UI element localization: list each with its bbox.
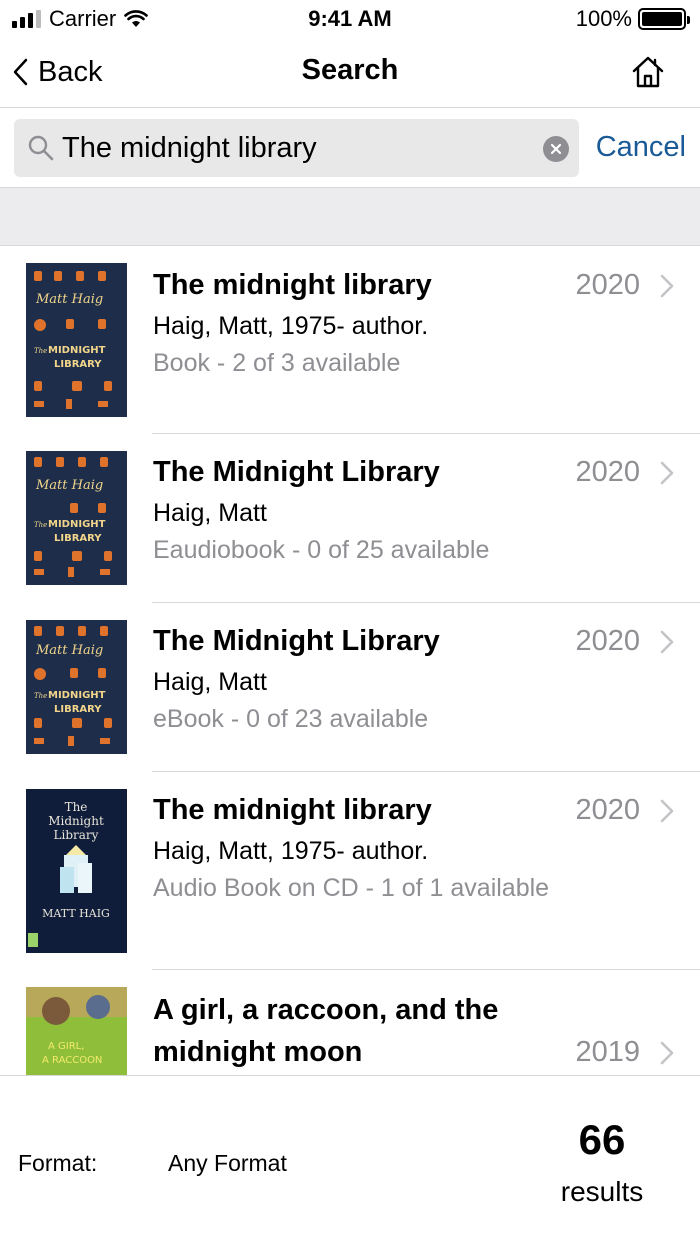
book-cover[interactable]: The Midnight Library MATT HAIG xyxy=(26,789,127,953)
svg-text:A GIRL,: A GIRL, xyxy=(48,1041,84,1052)
result-title: The Midnight Library xyxy=(153,625,440,657)
result-availability: Book - 2 of 3 available xyxy=(153,349,401,377)
result-title: The midnight library xyxy=(153,269,432,301)
svg-text:The: The xyxy=(34,347,47,355)
cancel-button[interactable]: Cancel xyxy=(596,131,686,164)
midnight-library-cover-icon: Matt Haig The MIDNIGHT LIBRARY xyxy=(26,263,127,417)
chevron-right-icon xyxy=(660,461,674,485)
svg-text:The: The xyxy=(65,800,88,814)
svg-text:MATT HAIG: MATT HAIG xyxy=(42,907,110,920)
svg-text:Midnight: Midnight xyxy=(48,814,104,828)
list-item[interactable]: A GIRL, A RACCOON A girl, a raccoon, and… xyxy=(0,970,700,1075)
girl-raccoon-cover-icon: A GIRL, A RACCOON xyxy=(26,987,127,1075)
book-cover[interactable]: Matt Haig The MIDNIGHT LIBRARY xyxy=(26,620,127,754)
book-cover[interactable]: Matt Haig The MIDNIGHT LIBRARY xyxy=(26,263,127,417)
result-author: Haig, Matt, 1975- author. xyxy=(153,312,429,340)
page-title: Search xyxy=(301,54,399,86)
status-right: 100% xyxy=(575,6,690,32)
result-author: Haig, Matt, 1975- author. xyxy=(153,837,429,865)
svg-text:Matt Haig: Matt Haig xyxy=(35,643,103,658)
book-cover[interactable]: A GIRL, A RACCOON xyxy=(26,987,127,1075)
battery-icon xyxy=(638,8,690,30)
svg-text:The: The xyxy=(34,521,47,529)
result-availability: Eaudiobook - 0 of 25 available xyxy=(153,536,490,564)
svg-text:MIDNIGHT: MIDNIGHT xyxy=(48,345,106,356)
svg-text:LIBRARY: LIBRARY xyxy=(54,359,102,370)
home-icon[interactable] xyxy=(630,54,666,90)
result-year: 2019 xyxy=(575,1036,640,1068)
results-count: 66 xyxy=(578,1116,626,1163)
search-box[interactable] xyxy=(14,119,579,177)
result-year: 2020 xyxy=(575,269,640,301)
svg-text:The: The xyxy=(34,692,47,700)
search-icon xyxy=(28,135,54,161)
result-title-line-2: midnight moon xyxy=(153,1036,363,1068)
search-input[interactable] xyxy=(62,131,532,165)
svg-text:Matt Haig: Matt Haig xyxy=(35,292,103,307)
chevron-right-icon xyxy=(660,274,674,298)
midnight-library-cd-cover-icon: The Midnight Library MATT HAIG xyxy=(26,789,127,953)
results-header-band xyxy=(0,188,700,246)
list-item[interactable]: Matt Haig The MIDNIGHT LIBRARY The Midni… xyxy=(0,434,700,603)
book-cover[interactable]: Matt Haig The MIDNIGHT LIBRARY xyxy=(26,451,127,585)
format-filter-label: Format: xyxy=(18,1150,98,1176)
result-title-line-1: A girl, a raccoon, and the xyxy=(153,994,499,1026)
result-availability: eBook - 0 of 23 available xyxy=(153,705,429,733)
list-item[interactable]: Matt Haig The MIDNIGHT LIBRARY The Midni… xyxy=(0,603,700,772)
svg-text:A RACCOON: A RACCOON xyxy=(42,1055,102,1066)
svg-text:LIBRARY: LIBRARY xyxy=(54,533,102,544)
clear-search-button[interactable] xyxy=(543,136,569,162)
close-icon xyxy=(550,143,562,155)
result-title: The midnight library xyxy=(153,794,432,826)
chevron-right-icon xyxy=(660,630,674,654)
result-year: 2020 xyxy=(575,625,640,657)
chevron-right-icon xyxy=(660,799,674,823)
svg-text:MIDNIGHT: MIDNIGHT xyxy=(48,519,106,530)
list-item[interactable]: Matt Haig The MIDNIGHT LIBRARY The midni… xyxy=(0,247,700,434)
results-count-label: results xyxy=(560,1176,644,1207)
navigation-bar: Back Search xyxy=(0,40,700,108)
results-footer: Format: Any Format 66 results xyxy=(0,1075,700,1244)
format-filter-value[interactable]: Any Format xyxy=(168,1150,287,1177)
list-item[interactable]: The Midnight Library MATT HAIG The midni… xyxy=(0,772,700,970)
midnight-library-cover-icon: Matt Haig The MIDNIGHT LIBRARY xyxy=(26,620,127,754)
status-bar: Carrier 9:41 AM 100% xyxy=(0,0,700,40)
results-list[interactable]: Matt Haig The MIDNIGHT LIBRARY The midni… xyxy=(0,247,700,1075)
result-year: 2020 xyxy=(575,794,640,826)
result-author: Haig, Matt xyxy=(153,668,267,696)
chevron-right-icon xyxy=(660,1041,674,1065)
svg-text:LIBRARY: LIBRARY xyxy=(54,704,102,715)
svg-text:Library: Library xyxy=(54,828,99,842)
svg-text:MIDNIGHT: MIDNIGHT xyxy=(48,690,106,701)
result-author: Haig, Matt xyxy=(153,499,267,527)
result-year: 2020 xyxy=(575,456,640,488)
result-availability: Audio Book on CD - 1 of 1 available xyxy=(153,874,550,902)
svg-text:Matt Haig: Matt Haig xyxy=(35,478,103,493)
midnight-library-cover-icon: Matt Haig The MIDNIGHT LIBRARY xyxy=(26,451,127,585)
battery-percent: 100% xyxy=(575,6,632,31)
search-row: Cancel xyxy=(0,108,700,188)
result-title: The Midnight Library xyxy=(153,456,440,488)
